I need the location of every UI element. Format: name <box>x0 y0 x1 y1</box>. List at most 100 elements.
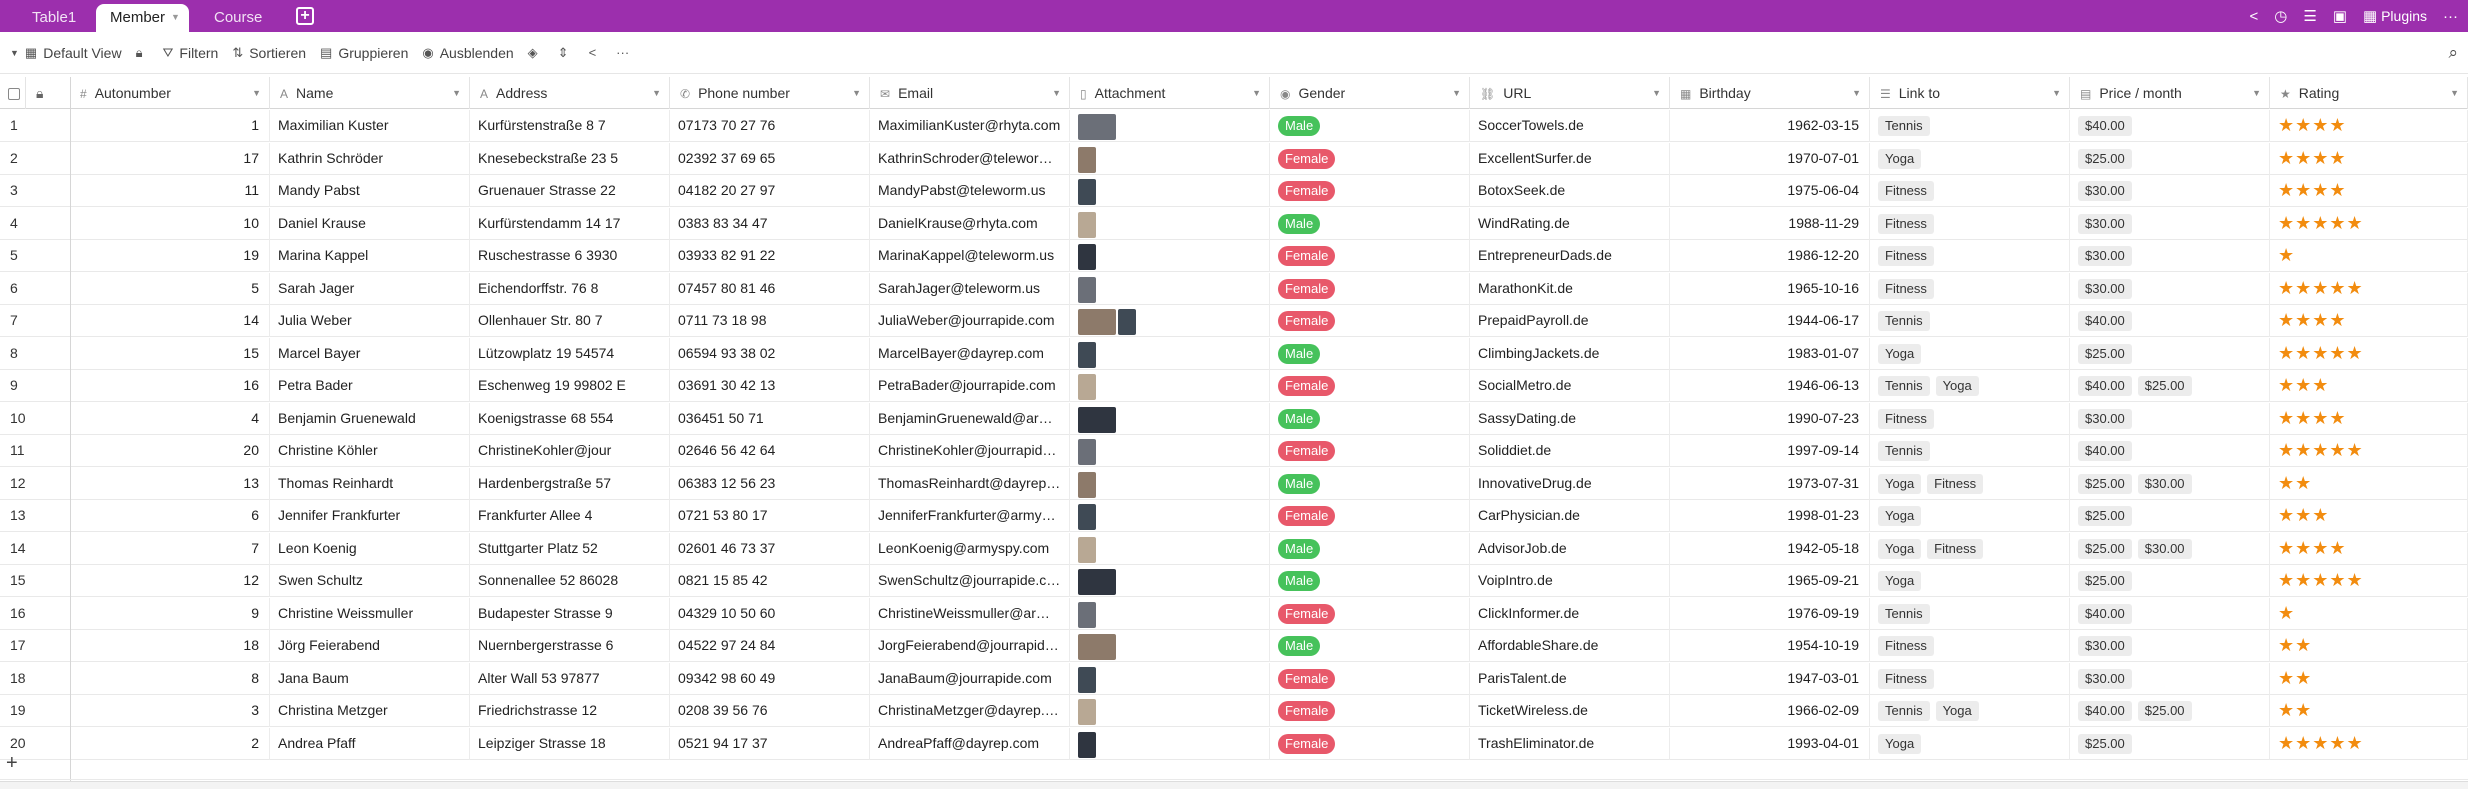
more-options-button[interactable]: ··· <box>616 45 635 60</box>
cell-auto[interactable]: 9 <box>70 597 270 630</box>
cell-attach[interactable] <box>1070 240 1270 272</box>
cell-email[interactable]: JanaBaum@jourrapide.com <box>870 662 1070 695</box>
cell-links[interactable]: Tennis <box>1870 435 2070 467</box>
cell-attach[interactable] <box>1070 337 1270 370</box>
cell-url[interactable]: WindRating.de <box>1470 207 1670 240</box>
table-row[interactable]: 7 14 Julia Weber Ollenhauer Str. 80 7 0711 7… <box>0 305 2468 337</box>
rating-stars[interactable]: ★★ <box>2278 473 2312 493</box>
cell-attach[interactable] <box>1070 662 1270 695</box>
plugins-button[interactable]: ▦ Plugins <box>2363 7 2427 25</box>
cell-email[interactable]: DanielKrause@rhyta.com <box>870 207 1070 240</box>
cell-phone[interactable]: 06594 93 38 02 <box>670 337 870 370</box>
row-height-button[interactable]: ⇕ <box>558 45 575 61</box>
rating-stars[interactable]: ★★★★ <box>2278 310 2347 330</box>
cell-address[interactable]: Koenigstrasse 68 554 <box>470 402 670 435</box>
rating-stars[interactable]: ★★★★ <box>2278 408 2347 428</box>
cell-auto[interactable]: 15 <box>70 337 270 370</box>
cell-prices[interactable]: $25.00 <box>2070 500 2270 532</box>
cell-attach[interactable] <box>1070 175 1270 207</box>
cell-url[interactable]: ParisTalent.de <box>1470 662 1670 695</box>
table-row[interactable]: 13 6 Jennifer Frankfurter Frankfurter Allee… <box>0 500 2468 532</box>
cell-gender[interactable]: Female <box>1270 305 1470 337</box>
rating-stars[interactable]: ★★★★★ <box>2278 440 2364 460</box>
rating-stars[interactable]: ★★★★★ <box>2278 570 2364 590</box>
cell-links[interactable]: Yoga Fitness <box>1870 532 2070 565</box>
cell-attach[interactable] <box>1070 142 1270 175</box>
rating-stars[interactable]: ★★★★★ <box>2278 213 2364 233</box>
cell-name[interactable]: Petra Bader <box>270 370 470 402</box>
cell-links[interactable]: Yoga <box>1870 142 2070 175</box>
cell-address[interactable]: Alter Wall 53 97877 <box>470 662 670 695</box>
cell-url[interactable]: EntrepreneurDads.de <box>1470 240 1670 272</box>
attachment-thumbnail[interactable] <box>1078 244 1096 271</box>
cell-name[interactable]: Julia Weber <box>270 305 470 337</box>
cell-prices[interactable]: $40.00 <box>2070 597 2270 630</box>
cell-links[interactable]: Fitness <box>1870 630 2070 662</box>
cell-address[interactable]: Kurfürstenstraße 8 7 <box>470 110 670 142</box>
cell-auto[interactable]: 14 <box>70 305 270 337</box>
column-header-prices[interactable]: ▤ Price / month ▼ <box>2070 77 2270 109</box>
column-header-phone[interactable]: ✆ Phone number ▼ <box>670 77 870 109</box>
attachment-thumbnail[interactable] <box>1078 504 1096 531</box>
attachment-thumbnail[interactable] <box>1078 146 1096 173</box>
rating-stars[interactable]: ★★★★★ <box>2278 278 2364 298</box>
cell-gender[interactable]: Female <box>1270 597 1470 630</box>
cell-name[interactable]: Marina Kappel <box>270 240 470 272</box>
add-row-button[interactable]: + <box>0 750 2468 780</box>
cell-email[interactable]: KathrinSchroder@teleworm.us <box>870 142 1070 175</box>
cell-auto[interactable]: 7 <box>70 532 270 565</box>
cell-gender[interactable]: Male <box>1270 565 1470 597</box>
table-row[interactable]: 11 20 Christine Köhler ChristineKohler@jour… <box>0 435 2468 467</box>
cell-birthday[interactable]: 1962-03-15 <box>1670 110 1870 142</box>
cell-prices[interactable]: $25.00 <box>2070 565 2270 597</box>
cell-name[interactable]: Jennifer Frankfurter <box>270 500 470 532</box>
chevron-down-icon[interactable]: ▼ <box>1452 77 1461 109</box>
cell-links[interactable]: Tennis Yoga <box>1870 695 2070 727</box>
lock-button[interactable]: 🔒︎ <box>136 45 149 61</box>
cell-birthday[interactable]: 1986-12-20 <box>1670 240 1870 272</box>
cell-address[interactable]: Hardenbergstraße 57 <box>470 467 670 500</box>
cell-auto[interactable]: 16 <box>70 370 270 402</box>
table-row[interactable]: 5 19 Marina Kappel Ruschestrasse 6 3930 0393… <box>0 240 2468 272</box>
cell-links[interactable]: Yoga <box>1870 565 2070 597</box>
cell-prices[interactable]: $25.00 <box>2070 337 2270 370</box>
cell-birthday[interactable]: 1997-09-14 <box>1670 435 1870 467</box>
cell-email[interactable]: MarinaKappel@teleworm.us <box>870 240 1070 272</box>
history-icon[interactable]: ◷ <box>2274 7 2287 25</box>
cell-address[interactable]: Budapester Strasse 9 <box>470 597 670 630</box>
cell-rating[interactable]: ★★★★ <box>2270 532 2468 565</box>
attachment-thumbnail[interactable] <box>1078 114 1116 141</box>
cell-attach[interactable] <box>1070 630 1270 662</box>
cell-birthday[interactable]: 1970-07-01 <box>1670 142 1870 175</box>
cell-rating[interactable]: ★★★★ <box>2270 402 2468 435</box>
cell-rating[interactable]: ★★★★★ <box>2270 272 2468 305</box>
cell-auto[interactable]: 20 <box>70 435 270 467</box>
cell-phone[interactable]: 07457 80 81 46 <box>670 272 870 305</box>
cell-url[interactable]: ClimbingJackets.de <box>1470 337 1670 370</box>
cell-url[interactable]: Soliddiet.de <box>1470 435 1670 467</box>
cell-attach[interactable] <box>1070 110 1270 142</box>
more-icon[interactable]: ··· <box>2443 8 2458 25</box>
cell-links[interactable]: Yoga <box>1870 500 2070 532</box>
cell-prices[interactable]: $40.00 <box>2070 435 2270 467</box>
cell-gender[interactable]: Male <box>1270 467 1470 500</box>
tab-course[interactable]: Course <box>200 4 276 32</box>
cell-birthday[interactable]: 1942-05-18 <box>1670 532 1870 565</box>
cell-birthday[interactable]: 1998-01-23 <box>1670 500 1870 532</box>
share-view-button[interactable]: < <box>589 45 603 60</box>
rating-stars[interactable]: ★★ <box>2278 668 2312 688</box>
cell-links[interactable]: Fitness <box>1870 240 2070 272</box>
cell-auto[interactable]: 18 <box>70 630 270 662</box>
cell-gender[interactable]: Female <box>1270 435 1470 467</box>
cell-prices[interactable]: $25.00 $30.00 <box>2070 467 2270 500</box>
share-icon[interactable]: < <box>2250 8 2259 25</box>
attachment-thumbnail[interactable] <box>1078 536 1096 563</box>
cell-phone[interactable]: 06383 12 56 23 <box>670 467 870 500</box>
filter-button[interactable]: ⛛ Filtern <box>162 45 218 61</box>
table-row[interactable]: 16 9 Christine Weissmuller Budapester Stras… <box>0 597 2468 630</box>
rating-stars[interactable]: ★★★ <box>2278 375 2329 395</box>
cell-prices[interactable]: $40.00 $25.00 <box>2070 695 2270 727</box>
cell-phone[interactable]: 0383 83 34 47 <box>670 207 870 240</box>
cell-address[interactable]: Frankfurter Allee 4 <box>470 500 670 532</box>
chevron-down-icon[interactable]: ▼ <box>852 77 861 109</box>
